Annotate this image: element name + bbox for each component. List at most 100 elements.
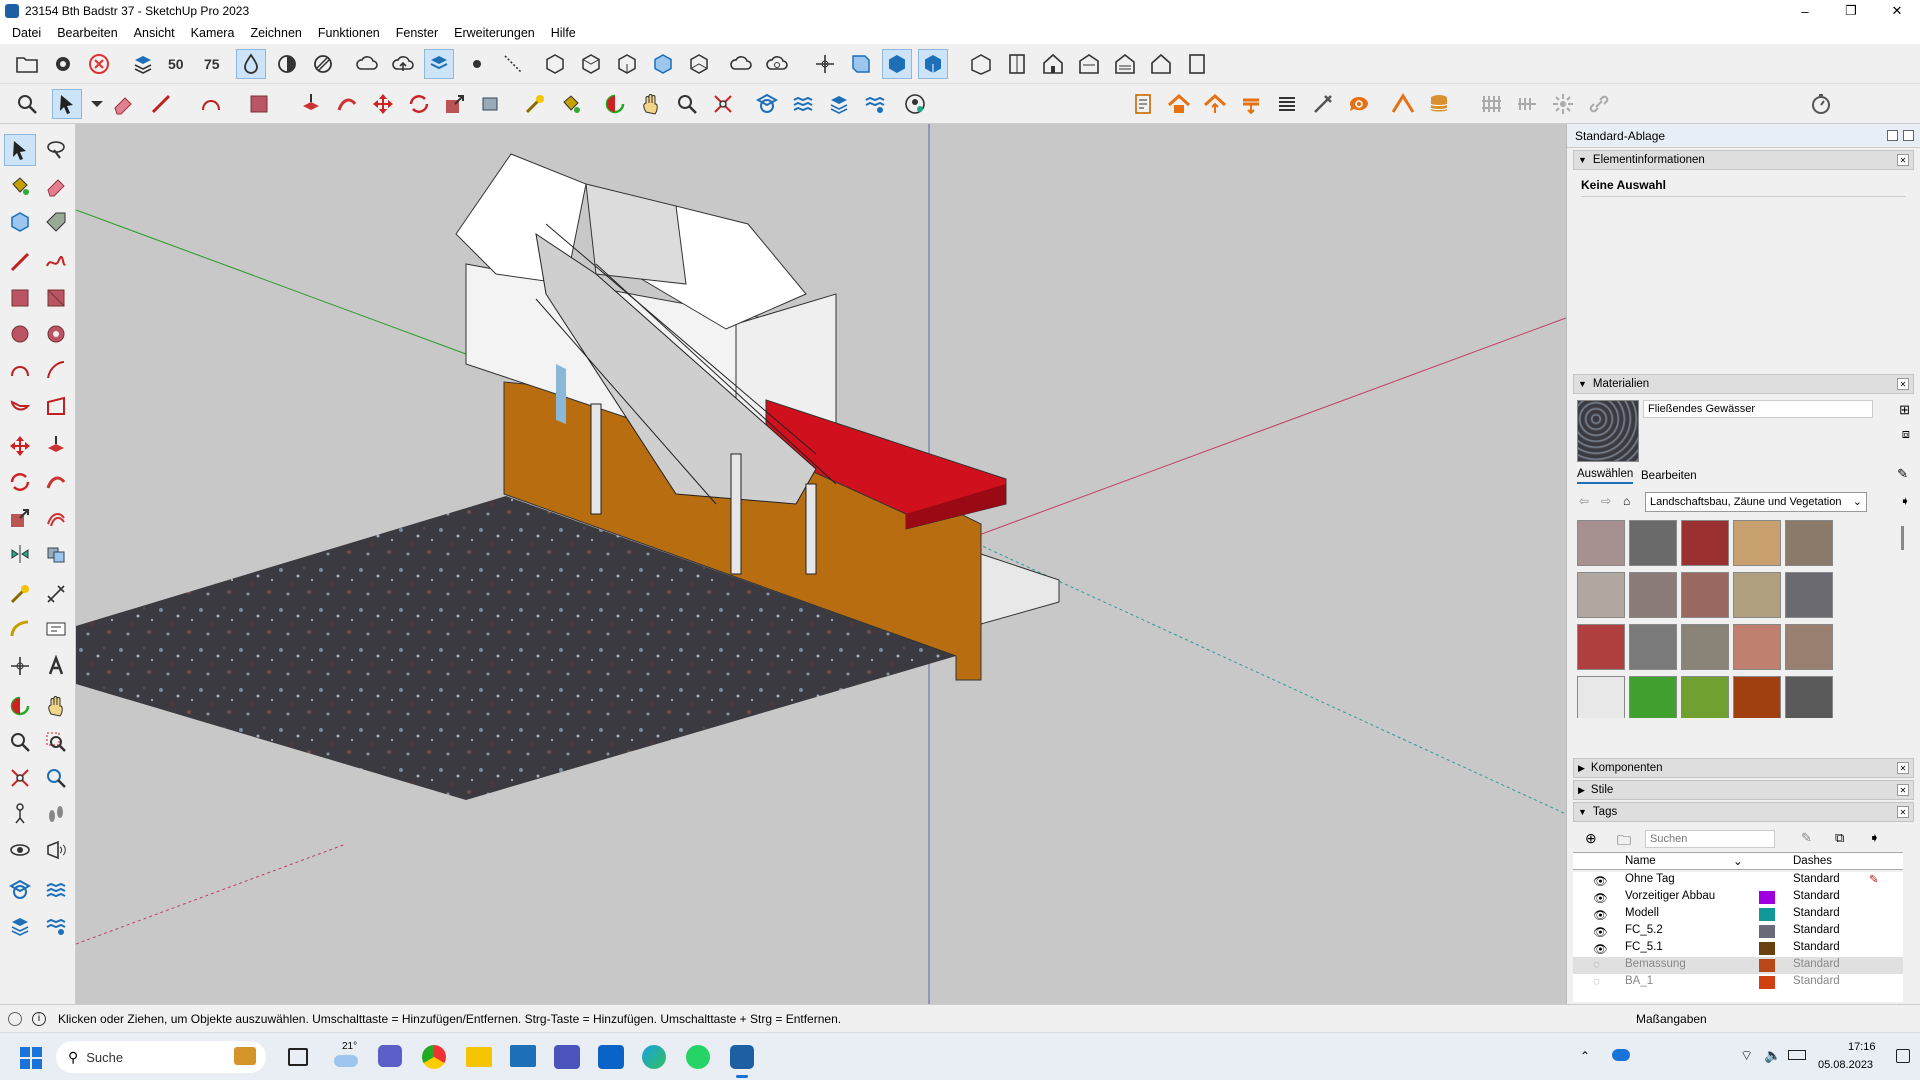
model-open-icon[interactable] <box>966 49 996 79</box>
panel-close-icon[interactable]: ✕ <box>1897 806 1909 818</box>
material-swatch[interactable] <box>1785 624 1833 670</box>
look-around-icon[interactable] <box>4 834 36 866</box>
menu-hilfe[interactable]: Hilfe <box>543 26 584 40</box>
tag-color-swatch[interactable] <box>1759 908 1775 921</box>
panel-close-icon[interactable]: ✕ <box>1897 154 1909 166</box>
xray-toggle-icon[interactable] <box>236 49 266 79</box>
lasso-select-icon[interactable] <box>40 134 72 166</box>
material-swatch[interactable] <box>1629 676 1677 718</box>
cloud-sync-icon[interactable] <box>726 49 756 79</box>
dimension-tool-icon[interactable] <box>40 578 72 610</box>
select-arrow-icon[interactable] <box>52 89 82 119</box>
clock-time[interactable]: 17:16 <box>1848 1041 1876 1053</box>
component-tool-icon[interactable] <box>4 206 36 238</box>
tag-row[interactable]: 👁 Modell Standard <box>1573 906 1903 923</box>
menu-bearbeiten[interactable]: Bearbeiten <box>49 26 125 40</box>
roof-outline-icon[interactable] <box>1388 89 1418 119</box>
material-swatch[interactable] <box>1629 572 1677 618</box>
panel-close-icon[interactable]: ✕ <box>1897 784 1909 796</box>
pan-hand-icon[interactable] <box>636 89 666 119</box>
two-point-arc-icon[interactable] <box>40 354 72 386</box>
sort-chevron-icon[interactable]: ⌄ <box>1733 854 1743 868</box>
line-tool-icon[interactable] <box>4 246 36 278</box>
eye-icon[interactable]: 👁 <box>1593 908 1608 922</box>
teams-icon[interactable] <box>554 1045 580 1069</box>
position-camera-icon[interactable] <box>4 798 36 830</box>
create-material-icon[interactable]: ⊞ <box>1899 402 1910 418</box>
move-tool-icon[interactable] <box>4 430 36 462</box>
cloud-refresh-icon[interactable] <box>762 49 792 79</box>
dot-icon[interactable] <box>462 49 492 79</box>
arrow-fence-icon[interactable] <box>1512 89 1542 119</box>
eye-icon[interactable]: 👁 <box>1593 891 1608 905</box>
protractor-tool-icon[interactable] <box>4 614 36 646</box>
tag-color-swatch[interactable] <box>1759 891 1775 904</box>
cancel-icon[interactable] <box>84 49 114 79</box>
chevron-up-icon[interactable]: ⌃ <box>1580 1049 1590 1063</box>
section-cut-icon[interactable] <box>918 49 948 79</box>
panel-close-icon[interactable]: ✕ <box>1897 762 1909 774</box>
material-swatch[interactable] <box>1577 676 1625 718</box>
material-swatch[interactable] <box>1681 624 1729 670</box>
col-dashes-header[interactable]: Dashes <box>1793 855 1832 867</box>
material-swatch[interactable] <box>1785 572 1833 618</box>
layers-settings-left-icon[interactable] <box>40 910 72 942</box>
layers-wave-left-icon[interactable] <box>40 874 72 906</box>
scale-tool-icon[interactable] <box>4 502 36 534</box>
menu-datei[interactable]: Datei <box>4 26 49 40</box>
warehouse-icon[interactable] <box>1074 49 1104 79</box>
tag-color-swatch[interactable] <box>1759 976 1775 989</box>
onedrive-icon[interactable] <box>1612 1049 1630 1061</box>
zoom-window-icon[interactable] <box>40 726 72 758</box>
walk-tool-icon[interactable] <box>40 798 72 830</box>
material-swatch[interactable] <box>1681 572 1729 618</box>
view-front-icon[interactable] <box>612 49 642 79</box>
3d-text-tool-icon[interactable] <box>40 650 72 682</box>
tag-tool-icon[interactable]: ✎ <box>1801 830 1812 846</box>
previous-view-icon[interactable] <box>40 762 72 794</box>
remote-desktop-icon[interactable] <box>510 1045 536 1067</box>
swatch-scrollbar[interactable] <box>1901 526 1904 550</box>
home-icon[interactable]: ⌂ <box>1623 494 1630 508</box>
book-icon[interactable] <box>1002 49 1032 79</box>
stopwatch-icon[interactable] <box>1806 89 1836 119</box>
garage-icon[interactable] <box>1110 49 1140 79</box>
follow-me-tool-icon[interactable] <box>40 466 72 498</box>
zoom-extents-tool-icon[interactable] <box>4 762 36 794</box>
view-back-icon[interactable] <box>684 49 714 79</box>
teams-chat-icon[interactable] <box>378 1045 402 1067</box>
close-button[interactable]: ✕ <box>1874 0 1920 22</box>
roof-icon[interactable] <box>1164 89 1194 119</box>
eye-icon[interactable]: 👁 <box>1593 942 1608 956</box>
col-name-header[interactable]: Name <box>1625 855 1656 867</box>
tag-row[interactable]: 👁 Ohne Tag Standard ✎ <box>1573 872 1903 889</box>
material-swatch[interactable] <box>1733 520 1781 566</box>
menu-funktionen[interactable]: Funktionen <box>310 26 388 40</box>
tab-bearbeiten[interactable]: Bearbeiten <box>1641 470 1697 482</box>
scale-50-icon[interactable]: 50 <box>164 49 194 79</box>
material-swatch[interactable] <box>1681 520 1729 566</box>
paint-bucket-icon[interactable] <box>556 89 586 119</box>
eye-hidden-icon[interactable]: ◌ <box>1593 959 1607 971</box>
panel-close-icon[interactable]: ✕ <box>1897 378 1909 390</box>
section-display-icon[interactable] <box>882 49 912 79</box>
material-swatch[interactable] <box>1785 676 1833 718</box>
zoom-icon[interactable] <box>12 89 42 119</box>
eye-hidden-icon[interactable]: ◌ <box>1593 976 1607 988</box>
layers-download-icon[interactable] <box>128 49 158 79</box>
menu-kamera[interactable]: Kamera <box>183 26 243 40</box>
freehand-tool-icon[interactable] <box>40 246 72 278</box>
view-top-icon[interactable] <box>576 49 606 79</box>
cloud-icon[interactable] <box>352 49 382 79</box>
pan-tool-icon[interactable] <box>40 690 72 722</box>
dashed-line-icon[interactable] <box>498 49 528 79</box>
follow-me-icon[interactable] <box>332 89 362 119</box>
select-tool-icon[interactable] <box>4 134 36 166</box>
styles-header[interactable]: ▶ Stile ✕ <box>1573 780 1914 800</box>
view-iso-icon[interactable] <box>540 49 570 79</box>
zoom-tool-left-icon[interactable] <box>4 726 36 758</box>
layers-icon[interactable] <box>824 89 854 119</box>
push-pull-tool-icon[interactable] <box>40 430 72 462</box>
details-arrow-icon[interactable]: ➧ <box>1900 494 1910 508</box>
three-point-arc-icon[interactable] <box>40 390 72 422</box>
